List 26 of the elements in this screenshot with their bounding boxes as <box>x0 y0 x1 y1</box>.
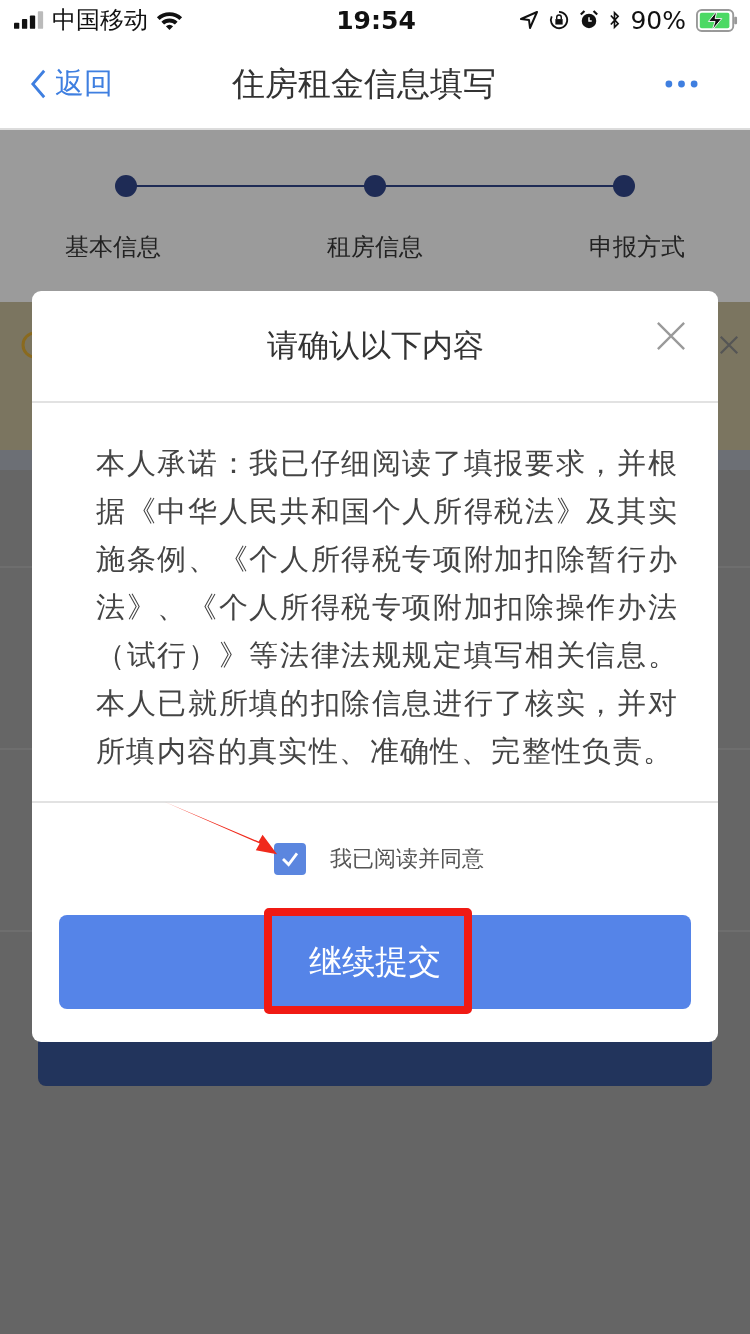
wifi-icon <box>156 10 183 30</box>
dialog-title: 请确认以下内容 <box>266 326 484 365</box>
step-label: 租房信息 <box>327 232 423 263</box>
alarm-clock-icon <box>579 10 600 30</box>
step-dot <box>613 175 635 197</box>
page-title: 住房租金信息填写 <box>231 62 496 105</box>
carrier-name: 中国移动 <box>52 5 148 36</box>
close-icon[interactable] <box>656 321 686 351</box>
more-menu-icon[interactable] <box>665 80 698 88</box>
battery-percent: 90% <box>630 5 686 35</box>
step-dot <box>364 175 386 197</box>
agree-checkbox[interactable] <box>274 843 306 875</box>
step-dot <box>115 175 137 197</box>
chevron-left-icon <box>30 68 47 100</box>
step-label: 申报方式 <box>589 232 685 263</box>
signal-icon <box>14 11 44 29</box>
bluetooth-icon <box>609 10 621 30</box>
clock-time: 19:54 <box>336 5 416 35</box>
agreement-label: 我已阅读并同意 <box>330 845 484 873</box>
step-label: 基本信息 <box>65 232 161 263</box>
battery-charging-icon <box>696 8 738 32</box>
location-arrow-icon <box>519 10 540 30</box>
back-button[interactable]: 返回 <box>30 64 190 104</box>
rotation-lock-icon <box>549 10 570 30</box>
continue-submit-button[interactable]: 继续提交 <box>59 915 691 1009</box>
dialog-text: 本人承诺：我已仔细阅读了填报要求，并根据《中华人民共和国个人所得税法》及其实施条例、《个人所得税专项附加扣除暂行办法》、《个人所得税专项附加扣除操作办法（试行）》等法律法规规定填写相关信息。本人已就所填的扣除信息进行了核实，并对所填内容的真实性、准确性、完整性负责。 <box>32 403 718 803</box>
